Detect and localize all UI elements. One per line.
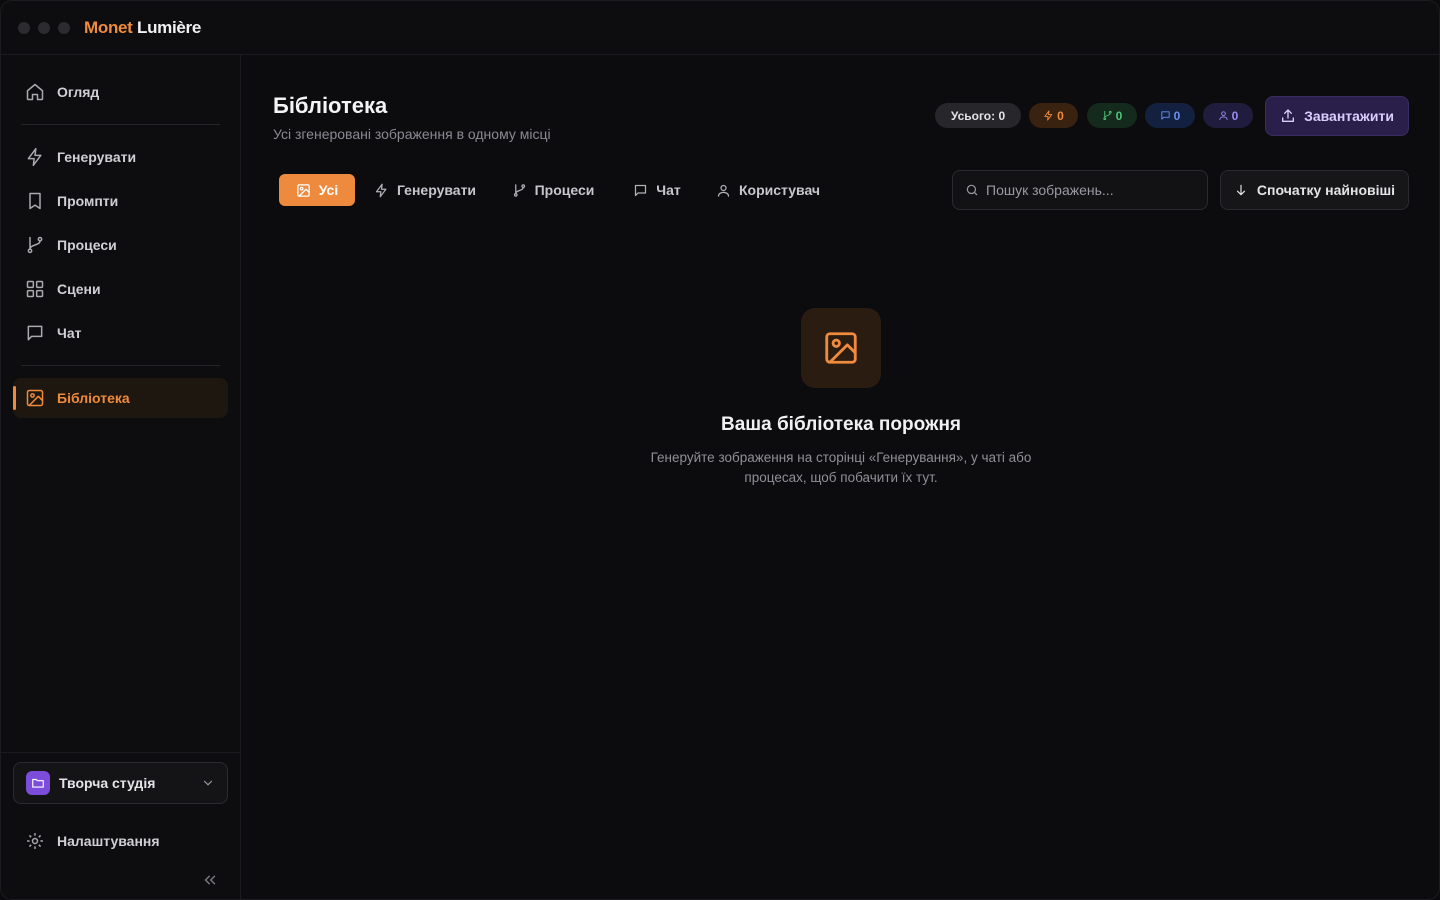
image-icon: [825, 332, 857, 364]
user-icon: [1219, 111, 1228, 121]
bookmark-icon: [29, 192, 41, 210]
bolt-icon: [27, 147, 42, 167]
empty-state-icon: [801, 308, 881, 388]
main-content: Бібліотека Усі згенеровані зображення в …: [241, 55, 1439, 899]
sidebar-item-chat[interactable]: Чат: [13, 313, 228, 353]
stat-chat-badge: 0: [1145, 103, 1195, 128]
sidebar: Огляд Генерувати Промпти Процеси Сцени Ч…: [1, 55, 241, 899]
sidebar-item-label: Генерувати: [57, 149, 137, 165]
sidebar-item-label: Налаштування: [57, 833, 160, 849]
workspace-name: Творча студія: [59, 775, 156, 791]
sidebar-item-label: Чат: [57, 325, 82, 341]
grid-icon: [26, 280, 44, 298]
title-bar: Monet Lumière: [1, 1, 1439, 55]
image-icon: [296, 183, 310, 197]
gear-icon: [27, 833, 43, 849]
sidebar-divider: [21, 124, 220, 125]
stat-generate-badge: 0: [1029, 103, 1078, 128]
stat-value: Усього: 0: [950, 108, 1006, 123]
sidebar-item-label: Огляд: [57, 84, 100, 100]
tab-all[interactable]: Усі: [279, 174, 355, 206]
sidebar-item-prompts[interactable]: Промпти: [13, 181, 228, 221]
chat-icon: [1161, 111, 1170, 120]
sidebar-item-settings[interactable]: Налаштування: [13, 821, 228, 861]
upload-icon: [1282, 109, 1295, 122]
collapse-sidebar-icon[interactable]: [201, 871, 219, 889]
stat-value: 0: [1173, 108, 1181, 123]
tab-label: Користувач: [738, 182, 821, 198]
stat-value: 0: [1231, 108, 1239, 123]
search-box[interactable]: [952, 170, 1208, 210]
tab-generate[interactable]: Генерувати: [367, 174, 483, 206]
stat-value: 0: [1057, 108, 1064, 123]
upload-button[interactable]: Завантажити: [1265, 96, 1409, 136]
image-icon: [26, 389, 44, 407]
home-icon: [26, 83, 44, 101]
empty-state-title: Ваша бібліотека порожня: [720, 414, 962, 435]
close-window-button[interactable]: [18, 22, 30, 34]
page-subtitle: Усі згенеровані зображення в одному місц…: [273, 126, 551, 142]
stat-user-badge: 0: [1203, 103, 1253, 128]
stat-total-badge: Усього: 0: [935, 103, 1021, 128]
brand-name-part1: Monet: [84, 18, 133, 37]
chevron-down-icon: [203, 780, 213, 786]
sidebar-item-label: Промпти: [57, 193, 119, 209]
tab-label: Усі: [318, 182, 339, 198]
sidebar-item-overview[interactable]: Огляд: [13, 72, 228, 112]
sidebar-item-label: Бібліотека: [57, 390, 130, 406]
git-branch-icon: [27, 236, 43, 254]
chat-icon: [27, 325, 43, 341]
tab-label: Чат: [656, 182, 681, 198]
search-input[interactable]: [986, 182, 1206, 198]
sidebar-footer-divider: [1, 752, 240, 753]
workspace-selector[interactable]: Творча студія: [13, 762, 228, 804]
sidebar-divider: [21, 365, 220, 366]
git-branch-icon: [513, 183, 525, 197]
sidebar-item-scenes[interactable]: Сцени: [13, 269, 228, 309]
bolt-icon: [1044, 110, 1053, 121]
sidebar-item-library[interactable]: Бібліотека: [13, 378, 228, 418]
git-branch-icon: [1103, 110, 1112, 121]
folder-icon: [26, 771, 50, 795]
brand-name-part2: Lumière: [136, 18, 202, 37]
arrow-down-icon: [1236, 184, 1246, 196]
sidebar-item-label: Сцени: [57, 281, 101, 297]
search-icon: [966, 184, 978, 196]
maximize-window-button[interactable]: [58, 22, 70, 34]
app-window: Monet Lumière Огляд Генерувати Промпти П…: [0, 0, 1440, 900]
stat-value: 0: [1115, 108, 1123, 123]
user-icon: [717, 184, 730, 197]
page-title: Бібліотека: [273, 93, 388, 118]
tab-label: Процеси: [534, 182, 595, 198]
app-logo: Monet Lumière: [84, 18, 201, 38]
tab-processes[interactable]: Процеси: [505, 174, 601, 206]
sidebar-item-generate[interactable]: Генерувати: [13, 137, 228, 177]
tab-chat[interactable]: Чат: [627, 174, 687, 206]
sort-button-label: Спочатку найновіші: [1256, 182, 1396, 198]
sidebar-item-processes[interactable]: Процеси: [13, 225, 228, 265]
sort-button[interactable]: Спочатку найновіші: [1220, 170, 1409, 210]
bolt-icon: [375, 183, 387, 197]
sidebar-item-label: Процеси: [57, 237, 117, 253]
empty-state-text: Генеруйте зображення на сторінці «Генеру…: [650, 450, 1032, 485]
chat-icon: [635, 184, 647, 196]
upload-button-label: Завантажити: [1304, 108, 1394, 124]
tab-user[interactable]: Користувач: [711, 174, 825, 206]
stat-processes-badge: 0: [1087, 103, 1137, 128]
minimize-window-button[interactable]: [38, 22, 50, 34]
tab-label: Генерувати: [396, 182, 477, 198]
